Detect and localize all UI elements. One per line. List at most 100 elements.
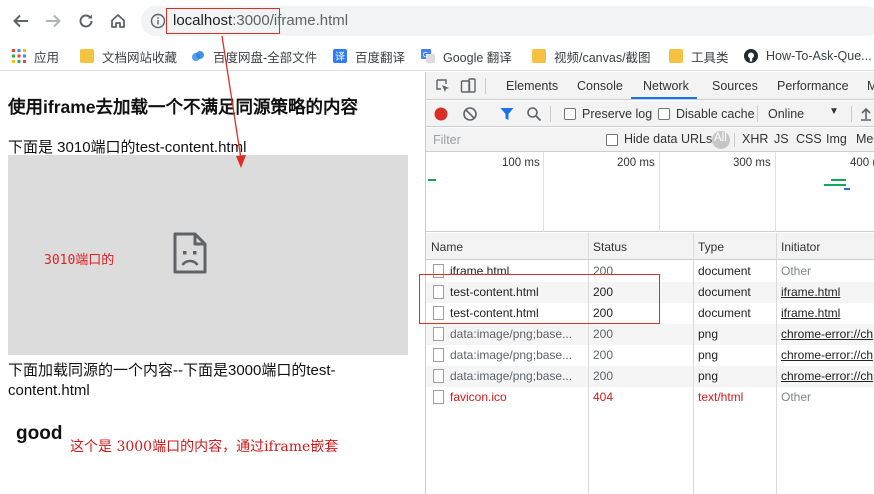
forward-arrow-icon	[46, 14, 61, 28]
column-initiator[interactable]: Initiator	[781, 240, 820, 254]
timeline-label: 400 (	[850, 157, 874, 169]
network-requests-table: Name Status Type Initiator iframe.html 20…	[426, 233, 874, 494]
bookmark-baidu-netdisk[interactable]: 百度网盘-全部文件	[191, 47, 317, 65]
filter-img[interactable]: Img	[826, 132, 847, 146]
timeline-bar	[824, 184, 846, 186]
filter-js[interactable]: JS	[774, 132, 789, 146]
tab-elements[interactable]: Elements	[506, 79, 558, 93]
divider	[734, 133, 735, 147]
table-row[interactable]: data:image/png;base... 200 png chrome-error…	[426, 324, 874, 345]
row-name: data:image/png;base...	[450, 348, 573, 362]
row-initiator[interactable]: chrome-error://ch	[781, 369, 874, 383]
clear-icon[interactable]	[462, 106, 478, 122]
bookmark-google-translate[interactable]: G Google 翻译	[421, 47, 512, 65]
good-text: good	[16, 423, 63, 444]
bookmark-label: 文档网站收藏	[102, 50, 178, 65]
row-name: data:image/png;base...	[450, 369, 573, 383]
filter-xhr[interactable]: XHR	[742, 132, 768, 146]
tab-performance[interactable]: Performance	[777, 79, 849, 93]
tab-console[interactable]: Console	[577, 79, 623, 93]
filter-funnel-icon[interactable]	[499, 106, 515, 122]
row-initiator[interactable]: chrome-error://ch	[781, 327, 874, 341]
iframe-port-label: 3010端口的	[44, 253, 115, 268]
divider	[851, 106, 852, 122]
bookmark-how-to-ask[interactable]: How-To-Ask-Que...	[744, 47, 872, 65]
filter-input[interactable]: Filter	[433, 133, 461, 147]
row-status: 404	[593, 390, 614, 404]
sad-document-icon	[173, 232, 207, 274]
timeline-bar	[831, 179, 846, 181]
record-icon[interactable]	[433, 106, 449, 122]
bookmark-doc-sites[interactable]: 文档网站收藏	[80, 47, 177, 65]
row-status: 200	[593, 327, 614, 341]
same-origin-caption: 下面加载同源的一个内容--下面是3000端口的test-content.html	[8, 362, 336, 399]
folder-icon	[669, 49, 683, 63]
row-type: png	[698, 327, 719, 341]
row-status: 200	[593, 369, 614, 383]
url-path: /iframe.html	[269, 12, 349, 29]
column-type[interactable]: Type	[698, 240, 724, 254]
row-type: document	[698, 285, 751, 299]
row-name: data:image/png;base...	[450, 327, 573, 341]
row-initiator[interactable]: iframe.html	[781, 306, 874, 320]
row-type: document	[698, 264, 751, 278]
bookmark-apps[interactable]: 应用	[12, 47, 59, 65]
table-row[interactable]: data:image/png;base... 200 png chrome-error…	[426, 345, 874, 366]
preserve-log-checkbox[interactable]	[564, 108, 576, 120]
inspect-element-icon[interactable]	[435, 78, 451, 94]
table-row[interactable]: favicon.ico 404 text/html Other	[426, 387, 874, 408]
forward-button[interactable]	[40, 8, 66, 34]
filter-media[interactable]: Med	[856, 132, 874, 146]
row-type: png	[698, 348, 719, 362]
bookmark-video-canvas[interactable]: 视频/canvas/截图	[532, 47, 651, 65]
reload-icon	[79, 14, 93, 28]
rows-annotation-box	[419, 274, 660, 324]
bookmark-label: 百度网盘-全部文件	[213, 50, 318, 65]
folder-icon	[80, 49, 94, 63]
svg-text:G: G	[423, 51, 428, 59]
reload-button[interactable]	[73, 8, 99, 34]
timeline-bar	[844, 188, 850, 190]
row-initiator[interactable]: iframe.html	[781, 285, 874, 299]
tab-network[interactable]: Network	[643, 79, 689, 93]
filter-bar: Filter Hide data URLs All XHR JS CSS Img…	[426, 128, 874, 152]
device-toolbar-icon[interactable]	[460, 78, 476, 94]
bookmark-tools[interactable]: 工具类	[669, 47, 729, 65]
cross-origin-iframe[interactable]: 3010端口的	[8, 155, 408, 355]
throttle-select[interactable]: Online	[768, 107, 804, 121]
column-status[interactable]: Status	[593, 240, 627, 254]
google-translate-icon: G	[421, 49, 435, 63]
disable-cache-checkbox[interactable]	[658, 108, 670, 120]
timeline-label: 300 ms	[733, 157, 771, 169]
row-initiator[interactable]: chrome-error://ch	[781, 348, 874, 362]
filter-css[interactable]: CSS	[796, 132, 822, 146]
tab-more[interactable]: M	[867, 79, 874, 93]
apps-grid-icon	[12, 49, 26, 63]
document-icon	[433, 348, 444, 362]
chevron-down-icon[interactable]: ▼	[829, 106, 839, 117]
document-icon	[433, 327, 444, 341]
timeline-bar	[428, 179, 436, 181]
github-icon	[744, 49, 758, 63]
divider	[550, 106, 551, 122]
hide-data-urls-checkbox[interactable]	[606, 134, 618, 146]
table-row[interactable]: data:image/png;base... 200 png chrome-error…	[426, 366, 874, 387]
bookmark-label: 工具类	[691, 50, 729, 65]
tab-sources[interactable]: Sources	[712, 79, 758, 93]
import-har-icon[interactable]	[858, 106, 874, 122]
timeline-label: 200 ms	[617, 157, 655, 169]
bookmark-baidu-translate[interactable]: 译 百度翻译	[333, 47, 405, 65]
search-icon[interactable]	[526, 106, 542, 122]
row-name: favicon.ico	[450, 390, 507, 404]
column-name[interactable]: Name	[431, 240, 463, 254]
folder-icon	[532, 49, 546, 63]
bookmark-label: 视频/canvas/截图	[554, 50, 651, 65]
timeline-gridline	[659, 152, 660, 232]
active-tab-indicator	[631, 97, 697, 99]
back-button[interactable]	[8, 8, 34, 34]
bookmark-label: 百度翻译	[355, 50, 406, 65]
home-button[interactable]	[105, 8, 131, 34]
filter-all: All	[714, 132, 727, 144]
network-overview-timeline[interactable]: 100 ms 200 ms 300 ms 400 (	[426, 152, 874, 232]
info-icon[interactable]	[150, 13, 166, 29]
